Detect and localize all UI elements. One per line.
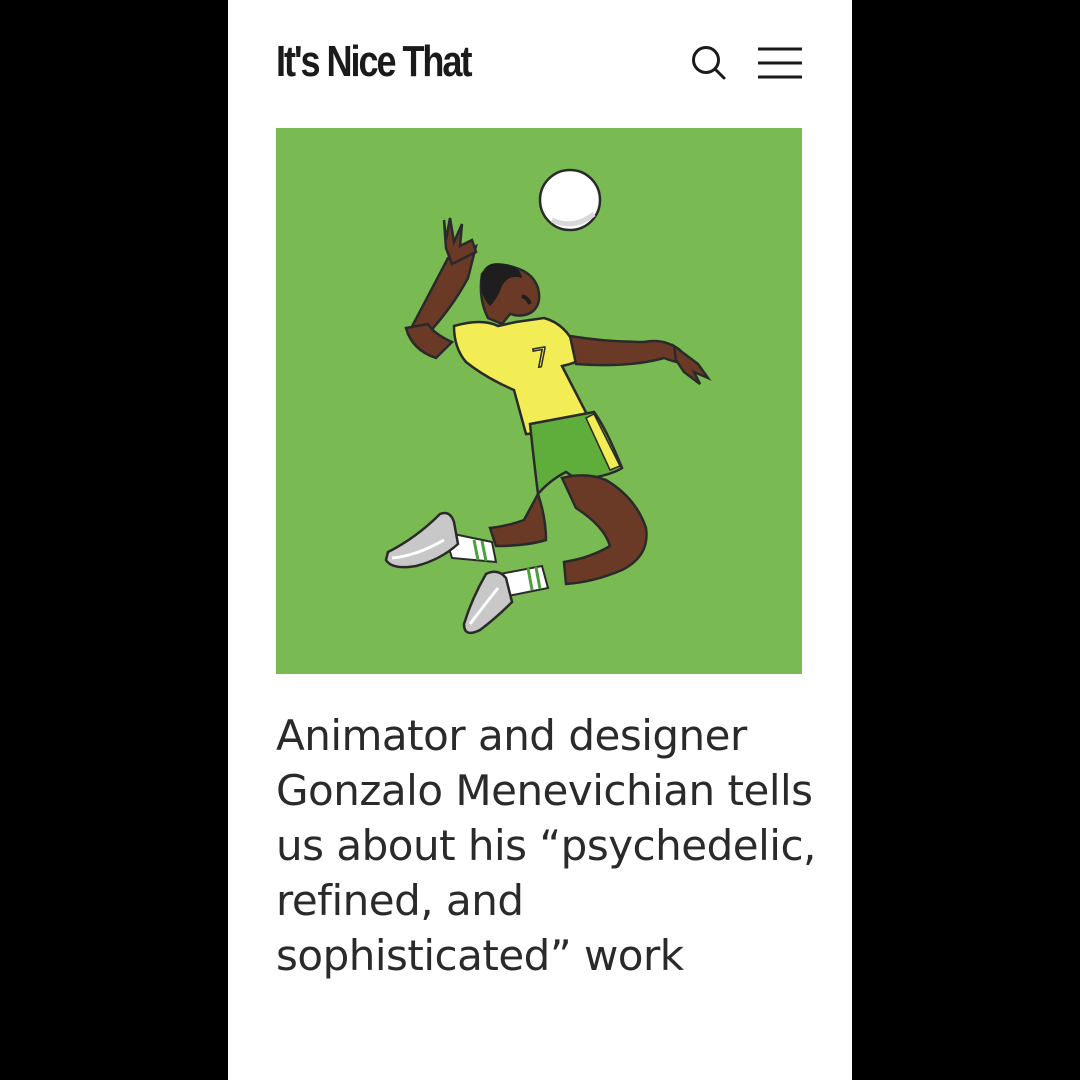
mobile-page: It's Nice That 7 Animator and designer G… (228, 0, 852, 1080)
search-icon (692, 46, 726, 80)
article-headline[interactable]: Animator and designer Gonzalo Menevichia… (276, 708, 816, 983)
search-button[interactable] (688, 42, 730, 84)
hero-image[interactable]: 7 (276, 128, 802, 674)
volleyball-player-illustration: 7 (276, 128, 802, 674)
volleyball-ball (538, 168, 602, 232)
site-header: It's Nice That (228, 0, 852, 128)
hamburger-menu-icon (758, 47, 802, 79)
site-logo[interactable]: It's Nice That (276, 36, 472, 88)
menu-button[interactable] (756, 44, 804, 84)
